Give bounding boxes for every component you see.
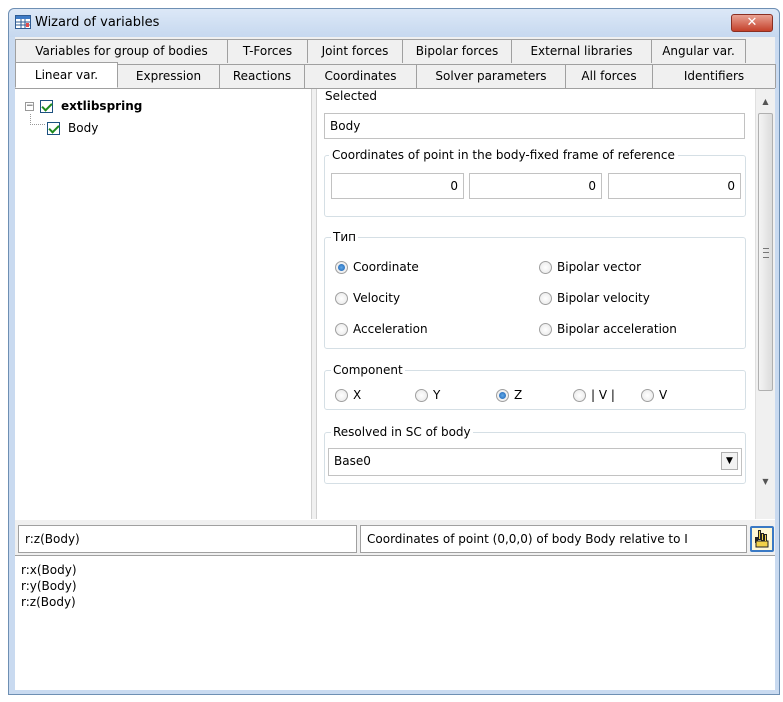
radio-icon[interactable] [641, 388, 654, 402]
radio-icon[interactable] [415, 388, 428, 402]
radio-component-z[interactable]: Z [496, 388, 522, 402]
resolved-body-value: Base0 [334, 454, 371, 468]
dialog-client-area: Variables for group of bodies T-Forces J… [15, 37, 776, 690]
properties-pane: Selected Body Coordinates of point in th… [317, 89, 754, 519]
radio-selected-icon[interactable] [335, 260, 348, 274]
radio-component-v[interactable]: V [641, 388, 667, 402]
radio-icon[interactable] [335, 388, 348, 402]
radio-selected-icon[interactable] [496, 388, 509, 402]
radio-icon[interactable] [539, 260, 552, 274]
radio-bipolar-vector[interactable]: Bipolar vector [539, 260, 641, 274]
radio-label: Bipolar velocity [557, 291, 650, 305]
radio-icon[interactable] [335, 322, 348, 336]
tab-external-libraries[interactable]: External libraries [511, 39, 652, 63]
output-line[interactable]: r:y(Body) [21, 578, 769, 594]
radio-label: Bipolar acceleration [557, 322, 677, 336]
radio-label: Y [433, 388, 441, 402]
radio-bipolar-velocity[interactable]: Bipolar velocity [539, 291, 650, 305]
window-title: Wizard of variables [35, 15, 160, 30]
output-line[interactable]: r:x(Body) [21, 562, 769, 578]
tab-reactions[interactable]: Reactions [219, 64, 305, 88]
radio-bipolar-acceleration[interactable]: Bipolar acceleration [539, 322, 677, 336]
chevron-down-icon[interactable]: ▼ [721, 452, 738, 470]
radio-velocity[interactable]: Velocity [335, 291, 400, 305]
description-field[interactable]: Coordinates of point (0,0,0) of body Bod… [360, 525, 747, 553]
tab-row-top: Variables for group of bodies T-Forces J… [15, 39, 746, 63]
tab-row-bottom: Linear var. Expression Reactions Coordin… [15, 62, 776, 88]
radio-label: | V | [591, 388, 615, 402]
tab-coordinates[interactable]: Coordinates [304, 64, 417, 88]
checkbox-checked-icon[interactable] [47, 121, 60, 135]
radio-label: Bipolar vector [557, 260, 642, 274]
wizard-window: Wizard of variables ✕ Variables for grou… [8, 8, 780, 695]
variables-output-list[interactable]: r:x(Body) r:y(Body) r:z(Body) [15, 555, 775, 690]
tree-node-label: extlibspring [61, 99, 143, 113]
collapse-icon[interactable]: − [25, 101, 34, 111]
radio-label: X [353, 388, 362, 402]
tab-identifiers[interactable]: Identifiers [652, 64, 776, 88]
tree-node-extlibspring[interactable]: − extlibspring [25, 97, 142, 115]
coord-y-field[interactable]: 0 [469, 173, 602, 199]
radio-icon[interactable] [539, 322, 552, 336]
title-bar[interactable]: Wizard of variables ✕ [9, 9, 779, 37]
component-group: Component X Y Z | V | V [324, 363, 746, 410]
tab-linear-var[interactable]: Linear var. [15, 62, 118, 88]
radio-component-x[interactable]: X [335, 388, 361, 402]
point-coordinates-group: Coordinates of point in the body-fixed f… [324, 148, 746, 217]
close-icon: ✕ [746, 15, 758, 30]
tab-solver-parameters[interactable]: Solver parameters [416, 64, 566, 88]
radio-label: Z [514, 388, 523, 402]
tree-node-label: Body [68, 121, 99, 135]
coord-z-field[interactable]: 0 [608, 173, 741, 199]
selected-body-field[interactable]: Body [324, 113, 745, 139]
radio-label: V [659, 388, 668, 402]
radio-icon[interactable] [335, 291, 348, 305]
output-line[interactable]: r:z(Body) [21, 594, 769, 610]
point-coordinates-label: Coordinates of point in the body-fixed f… [329, 148, 678, 162]
scroll-up-icon[interactable]: ▲ [756, 93, 775, 110]
type-group: Тип Coordinate Velocity Acceleration Bip… [324, 230, 746, 349]
tab-expression[interactable]: Expression [117, 64, 220, 88]
properties-scrollbar[interactable]: ▲ ▼ [755, 89, 775, 519]
resolved-group: Resolved in SC of body Base0 ▼ [324, 425, 746, 484]
grip-icon [763, 248, 769, 258]
tab-bipolar-forces[interactable]: Bipolar forces [402, 39, 512, 63]
checkbox-checked-icon[interactable] [40, 99, 53, 113]
scrollbar-thumb[interactable] [758, 113, 773, 391]
tab-joint-forces[interactable]: Joint forces [307, 39, 403, 63]
radio-label: Velocity [353, 291, 401, 305]
variable-field[interactable]: r:z(Body) [18, 525, 357, 553]
component-group-label: Component [331, 363, 405, 377]
tab-all-forces[interactable]: All forces [565, 64, 653, 88]
close-button[interactable]: ✕ [731, 14, 773, 32]
radio-component-y[interactable]: Y [415, 388, 440, 402]
coord-x-field[interactable]: 0 [331, 173, 464, 199]
radio-acceleration[interactable]: Acceleration [335, 322, 428, 336]
body-tree[interactable]: − extlibspring Body [17, 91, 307, 519]
radio-icon[interactable] [573, 388, 586, 402]
radio-component-magnitude[interactable]: | V | [573, 388, 615, 402]
tab-variables-for-group-of-bodies[interactable]: Variables for group of bodies [15, 39, 228, 63]
tab-t-forces[interactable]: T-Forces [227, 39, 308, 63]
type-group-label: Тип [331, 230, 358, 244]
tree-node-body[interactable]: Body [47, 119, 98, 137]
resolved-body-select[interactable]: Base0 ▼ [328, 448, 742, 476]
pick-button[interactable] [750, 526, 774, 552]
resolved-group-label: Resolved in SC of body [331, 425, 473, 439]
radio-label: Coordinate [353, 260, 419, 274]
linear-var-panel: − extlibspring Body Selected Body Coordi… [15, 88, 775, 520]
radio-icon[interactable] [539, 291, 552, 305]
radio-label: Acceleration [353, 322, 428, 336]
radio-coordinate[interactable]: Coordinate [335, 260, 419, 274]
tree-connector [30, 114, 45, 125]
tab-angular-var[interactable]: Angular var. [651, 39, 746, 63]
selected-label: Selected [325, 89, 378, 103]
scroll-down-icon[interactable]: ▼ [756, 473, 775, 490]
wizard-table-icon [15, 14, 31, 30]
